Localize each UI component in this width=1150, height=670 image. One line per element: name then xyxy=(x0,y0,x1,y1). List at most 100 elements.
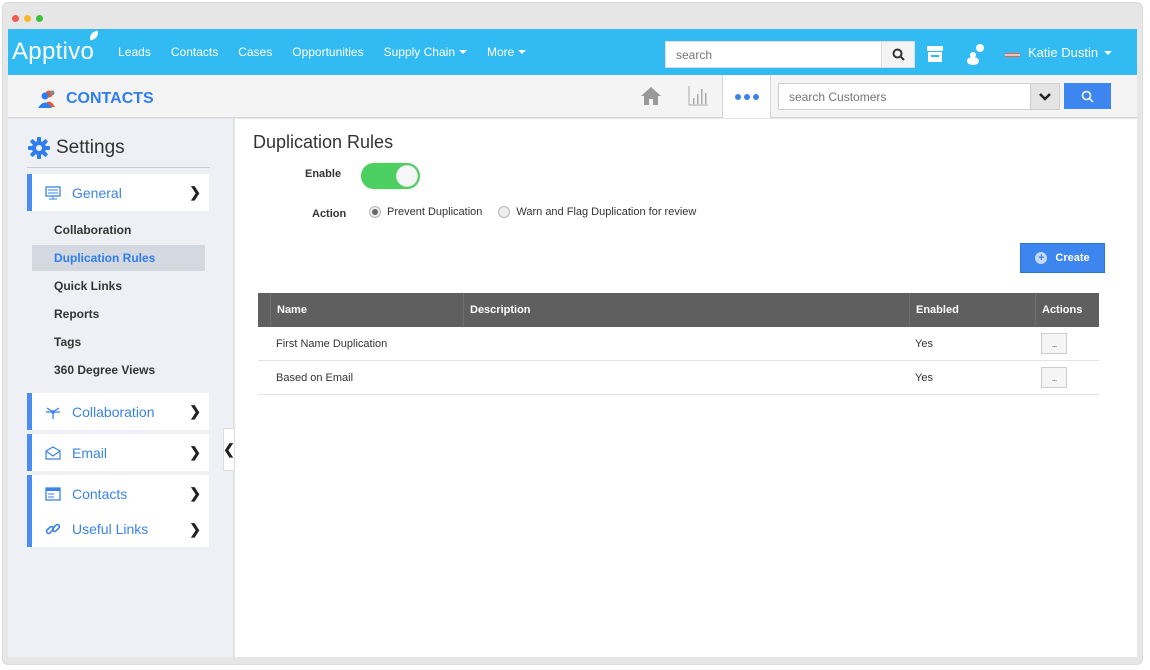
nav-opportunities[interactable]: Opportunities xyxy=(292,45,363,59)
store-icon[interactable] xyxy=(926,45,944,68)
top-nav-bar: Apptivo Leads Contacts Cases Opportuniti… xyxy=(8,29,1137,75)
radio-prevent-duplication[interactable] xyxy=(369,206,381,218)
create-label: Create xyxy=(1055,252,1090,264)
plus-circle-icon: + xyxy=(1035,252,1048,264)
search-type-dropdown[interactable] xyxy=(1031,83,1060,110)
user-menu[interactable]: Katie Dustin xyxy=(1028,45,1113,60)
logo-leaf-icon xyxy=(88,30,100,41)
item-label: Reports xyxy=(54,307,100,321)
customer-search-button[interactable] xyxy=(1064,83,1111,109)
maximize-window-dot[interactable] xyxy=(36,15,43,22)
minimize-window-dot[interactable] xyxy=(24,15,31,22)
toggle-knob xyxy=(396,165,418,187)
settings-title: Settings xyxy=(28,137,125,159)
user-chat-icon[interactable] xyxy=(966,43,986,70)
nav-label: More xyxy=(487,45,515,59)
settings-sidebar: Settings General ❯ Collaboration Duplica… xyxy=(8,119,234,657)
apptivo-logo[interactable]: Apptivo xyxy=(12,30,100,66)
column-header-enabled[interactable]: Enabled xyxy=(909,293,1035,327)
user-name: Katie Dustin xyxy=(1028,45,1099,60)
sidebar-item-reports[interactable]: Reports xyxy=(32,301,205,327)
action-label: Action xyxy=(312,208,347,220)
search-icon xyxy=(1081,90,1094,103)
enable-toggle[interactable] xyxy=(361,163,420,189)
sidebar-item-quick-links[interactable]: Quick Links xyxy=(32,273,205,299)
sidebar-item-tags[interactable]: Tags xyxy=(32,329,205,355)
chevron-right-icon: ❯ xyxy=(189,184,201,200)
logo-text: Apptivo xyxy=(12,38,95,65)
gear-icon xyxy=(28,137,50,159)
home-icon[interactable] xyxy=(640,86,662,111)
chart-icon[interactable] xyxy=(688,85,708,112)
table-row[interactable]: First Name Duplication Yes ... xyxy=(258,327,1099,361)
caret-down-icon xyxy=(1104,50,1113,55)
chevron-right-icon: ❯ xyxy=(189,403,201,419)
item-label: 360 Degree Views xyxy=(54,363,156,377)
section-label: Email xyxy=(72,444,108,461)
sidebar-item-collaboration[interactable]: Collaboration xyxy=(32,217,205,243)
more-dots-icon[interactable] xyxy=(722,75,771,118)
collapse-sidebar-button[interactable]: ❮ xyxy=(223,428,235,471)
section-label: General xyxy=(72,184,122,201)
create-button[interactable]: + Create xyxy=(1020,243,1105,273)
row-actions-button[interactable]: ... xyxy=(1041,333,1067,354)
customer-search-input[interactable] xyxy=(778,83,1031,110)
radio-label: Warn and Flag Duplication for review xyxy=(516,206,697,218)
network-icon xyxy=(44,404,62,420)
column-header-name[interactable]: Name xyxy=(270,293,463,327)
nav-cases[interactable]: Cases xyxy=(238,45,272,59)
radio-label: Prevent Duplication xyxy=(387,206,483,218)
sidebar-section-email[interactable]: Email ❯ xyxy=(27,434,209,471)
section-label: Collaboration xyxy=(72,403,155,420)
radio-warn-and-flag[interactable] xyxy=(498,206,511,218)
sidebar-item-duplication-rules[interactable]: Duplication Rules xyxy=(32,245,205,271)
settings-title-text: Settings xyxy=(56,137,125,158)
nav-label: Opportunities xyxy=(292,45,364,59)
item-label: Collaboration xyxy=(54,223,132,237)
divider xyxy=(27,167,210,168)
monitor-icon xyxy=(44,185,62,200)
section-label: Useful Links xyxy=(72,521,149,537)
table-header: Name Description Enabled Actions xyxy=(258,293,1099,327)
item-label: Tags xyxy=(54,335,82,349)
close-window-dot[interactable] xyxy=(12,15,19,22)
global-search-input[interactable] xyxy=(665,41,882,68)
caret-down-icon xyxy=(459,50,467,54)
window-controls xyxy=(12,15,43,22)
cell-description xyxy=(463,361,909,394)
nav-label: Contacts xyxy=(170,45,219,59)
enable-label: Enable xyxy=(305,168,342,180)
section-label: Contacts xyxy=(72,485,128,502)
app-title[interactable]: CONTACTS xyxy=(36,89,154,109)
chevron-right-icon: ❯ xyxy=(189,520,201,537)
global-search-button[interactable] xyxy=(882,41,915,68)
nav-leads[interactable]: Leads xyxy=(118,45,151,59)
chevron-right-icon: ❯ xyxy=(189,485,201,501)
column-header-description[interactable]: Description xyxy=(463,293,909,327)
nav-supply-chain[interactable]: Supply Chain xyxy=(384,45,467,59)
card-icon xyxy=(44,486,62,501)
item-label: Quick Links xyxy=(54,279,123,293)
search-icon xyxy=(892,48,905,61)
nav-contacts[interactable]: Contacts xyxy=(171,45,218,59)
sidebar-item-360-degree-views[interactable]: 360 Degree Views xyxy=(32,357,205,383)
sidebar-section-contacts[interactable]: Contacts ❯ xyxy=(27,475,209,512)
row-actions-button[interactable]: ... xyxy=(1041,367,1067,388)
table-row[interactable]: Based on Email Yes ... xyxy=(258,361,1099,395)
cell-name: First Name Duplication xyxy=(276,337,388,350)
sidebar-section-general[interactable]: General ❯ xyxy=(27,174,209,211)
link-icon xyxy=(44,521,62,537)
column-header-actions: Actions xyxy=(1035,293,1099,327)
chevron-right-icon: ❯ xyxy=(189,444,201,460)
nav-label: Leads xyxy=(118,45,151,59)
cell-enabled: Yes xyxy=(915,337,933,350)
customer-search xyxy=(778,83,1060,110)
sidebar-section-collaboration[interactable]: Collaboration ❯ xyxy=(27,393,209,430)
main-content: Duplication Rules Enable Action Prevent … xyxy=(235,119,1137,657)
contacts-icon xyxy=(38,90,55,108)
chevron-left-icon: ❮ xyxy=(223,441,235,457)
cell-description xyxy=(463,327,909,360)
sidebar-section-useful-links[interactable]: Useful Links ❯ xyxy=(27,511,209,547)
nav-more[interactable]: More xyxy=(487,45,527,59)
cell-name: Based on Email xyxy=(276,371,354,384)
